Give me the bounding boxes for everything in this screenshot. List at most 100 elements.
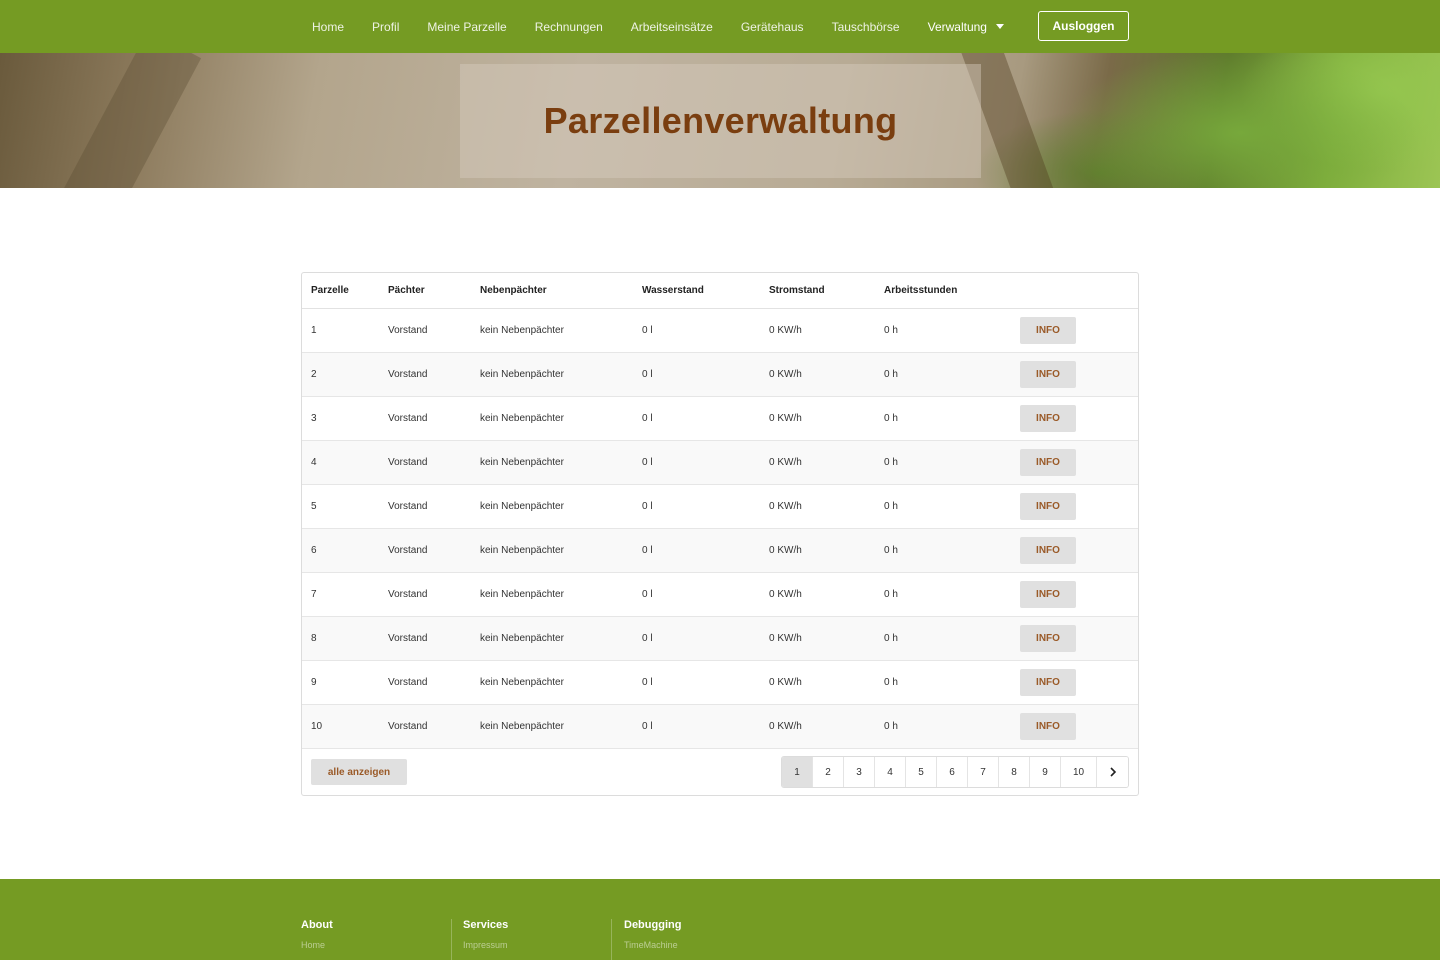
cell-actions: INFO <box>1020 317 1130 344</box>
info-button[interactable]: INFO <box>1020 317 1076 344</box>
header-parzelle: Parzelle <box>311 285 349 296</box>
cell-paechter: Vorstand <box>388 501 428 512</box>
cell-actions: INFO <box>1020 537 1130 564</box>
cell-wasserstand: 0 l <box>642 457 653 468</box>
footer-heading-about: About <box>301 919 333 931</box>
cell-stromstand: 0 KW/h <box>769 413 802 424</box>
footer-link-impressum[interactable]: Impressum <box>463 940 508 950</box>
page-button-10[interactable]: 10 <box>1061 757 1097 787</box>
cell-wasserstand: 0 l <box>642 721 653 732</box>
show-all-button[interactable]: alle anzeigen <box>311 759 407 785</box>
cell-nebenpaechter: kein Nebenpächter <box>480 677 564 688</box>
info-button[interactable]: INFO <box>1020 449 1076 476</box>
page-button-9[interactable]: 9 <box>1030 757 1061 787</box>
page-button-6[interactable]: 6 <box>937 757 968 787</box>
cell-nebenpaechter: kein Nebenpächter <box>480 501 564 512</box>
cell-stromstand: 0 KW/h <box>769 589 802 600</box>
table-row: 8 Vorstand kein Nebenpächter 0 l 0 KW/h … <box>302 617 1138 661</box>
table-row: 4 Vorstand kein Nebenpächter 0 l 0 KW/h … <box>302 441 1138 485</box>
page-button-7[interactable]: 7 <box>968 757 999 787</box>
nav-home[interactable]: Home <box>298 20 358 34</box>
cell-paechter: Vorstand <box>388 457 428 468</box>
info-button[interactable]: INFO <box>1020 537 1076 564</box>
cell-parzelle: 5 <box>311 501 317 512</box>
table-row: 5 Vorstand kein Nebenpächter 0 l 0 KW/h … <box>302 485 1138 529</box>
cell-parzelle: 3 <box>311 413 317 424</box>
table-row: 7 Vorstand kein Nebenpächter 0 l 0 KW/h … <box>302 573 1138 617</box>
top-navbar: Home Profil Meine Parzelle Rechnungen Ar… <box>0 0 1440 53</box>
page-button-8[interactable]: 8 <box>999 757 1030 787</box>
nav-arbeitseinsaetze[interactable]: Arbeitseinsätze <box>617 20 727 34</box>
cell-paechter: Vorstand <box>388 633 428 644</box>
hero-banner: Parzellenverwaltung <box>0 53 1440 188</box>
next-page-button[interactable] <box>1097 757 1128 787</box>
table-row: 6 Vorstand kein Nebenpächter 0 l 0 KW/h … <box>302 529 1138 573</box>
cell-wasserstand: 0 l <box>642 589 653 600</box>
page-footer: About Home Services Impressum Debugging … <box>0 879 1440 960</box>
nav-profil[interactable]: Profil <box>358 20 413 34</box>
cell-actions: INFO <box>1020 669 1130 696</box>
header-paechter: Pächter <box>388 285 425 296</box>
table-row: 9 Vorstand kein Nebenpächter 0 l 0 KW/h … <box>302 661 1138 705</box>
cell-parzelle: 8 <box>311 633 317 644</box>
cell-actions: INFO <box>1020 493 1130 520</box>
cell-nebenpaechter: kein Nebenpächter <box>480 325 564 336</box>
header-nebenpaechter: Nebenpächter <box>480 285 547 296</box>
cell-wasserstand: 0 l <box>642 677 653 688</box>
info-button[interactable]: INFO <box>1020 669 1076 696</box>
info-button[interactable]: INFO <box>1020 625 1076 652</box>
cell-actions: INFO <box>1020 581 1130 608</box>
table-footer: alle anzeigen 1 2 3 4 5 6 7 8 9 10 <box>302 749 1138 795</box>
cell-arbeitsstunden: 0 h <box>884 413 898 424</box>
cell-parzelle: 9 <box>311 677 317 688</box>
header-stromstand: Stromstand <box>769 285 825 296</box>
cell-wasserstand: 0 l <box>642 369 653 380</box>
page-title: Parzellenverwaltung <box>543 100 898 141</box>
cell-arbeitsstunden: 0 h <box>884 677 898 688</box>
info-button[interactable]: INFO <box>1020 493 1076 520</box>
nav-meine-parzelle[interactable]: Meine Parzelle <box>413 20 520 34</box>
cell-nebenpaechter: kein Nebenpächter <box>480 457 564 468</box>
nav-tauschboerse[interactable]: Tauschbörse <box>818 20 914 34</box>
page-button-5[interactable]: 5 <box>906 757 937 787</box>
caret-down-icon <box>995 23 1004 29</box>
info-button[interactable]: INFO <box>1020 581 1076 608</box>
cell-arbeitsstunden: 0 h <box>884 633 898 644</box>
cell-arbeitsstunden: 0 h <box>884 589 898 600</box>
cell-actions: INFO <box>1020 625 1130 652</box>
cell-paechter: Vorstand <box>388 589 428 600</box>
logout-button[interactable]: Ausloggen <box>1038 11 1129 41</box>
cell-paechter: Vorstand <box>388 677 428 688</box>
page-button-3[interactable]: 3 <box>844 757 875 787</box>
nav-geraetehaus[interactable]: Gerätehaus <box>727 20 818 34</box>
cell-arbeitsstunden: 0 h <box>884 545 898 556</box>
cell-stromstand: 0 KW/h <box>769 501 802 512</box>
table-header: Parzelle Pächter Nebenpächter Wasserstan… <box>302 273 1138 309</box>
page-button-1[interactable]: 1 <box>782 757 813 787</box>
footer-heading-services: Services <box>463 919 509 931</box>
nav-rechnungen[interactable]: Rechnungen <box>521 20 617 34</box>
cell-wasserstand: 0 l <box>642 413 653 424</box>
cell-actions: INFO <box>1020 361 1130 388</box>
nav-verwaltung-dropdown[interactable]: Verwaltung <box>914 20 1018 34</box>
page-button-2[interactable]: 2 <box>813 757 844 787</box>
main-nav: Home Profil Meine Parzelle Rechnungen Ar… <box>298 0 1018 53</box>
cell-paechter: Vorstand <box>388 721 428 732</box>
info-button[interactable]: INFO <box>1020 405 1076 432</box>
page-button-4[interactable]: 4 <box>875 757 906 787</box>
cell-nebenpaechter: kein Nebenpächter <box>480 545 564 556</box>
table-row: 1 Vorstand kein Nebenpächter 0 l 0 KW/h … <box>302 309 1138 353</box>
nav-verwaltung-label: Verwaltung <box>927 19 987 34</box>
parcel-table: Parzelle Pächter Nebenpächter Wasserstan… <box>301 272 1139 796</box>
cell-paechter: Vorstand <box>388 545 428 556</box>
cell-arbeitsstunden: 0 h <box>884 501 898 512</box>
footer-link-home[interactable]: Home <box>301 940 333 950</box>
footer-column-debugging: Debugging TimeMachine <box>611 919 681 960</box>
cell-parzelle: 4 <box>311 457 317 468</box>
footer-column-about: About Home <box>301 919 333 960</box>
info-button[interactable]: INFO <box>1020 713 1076 740</box>
cell-paechter: Vorstand <box>388 369 428 380</box>
footer-link-timemachine[interactable]: TimeMachine <box>624 940 681 950</box>
cell-arbeitsstunden: 0 h <box>884 457 898 468</box>
info-button[interactable]: INFO <box>1020 361 1076 388</box>
